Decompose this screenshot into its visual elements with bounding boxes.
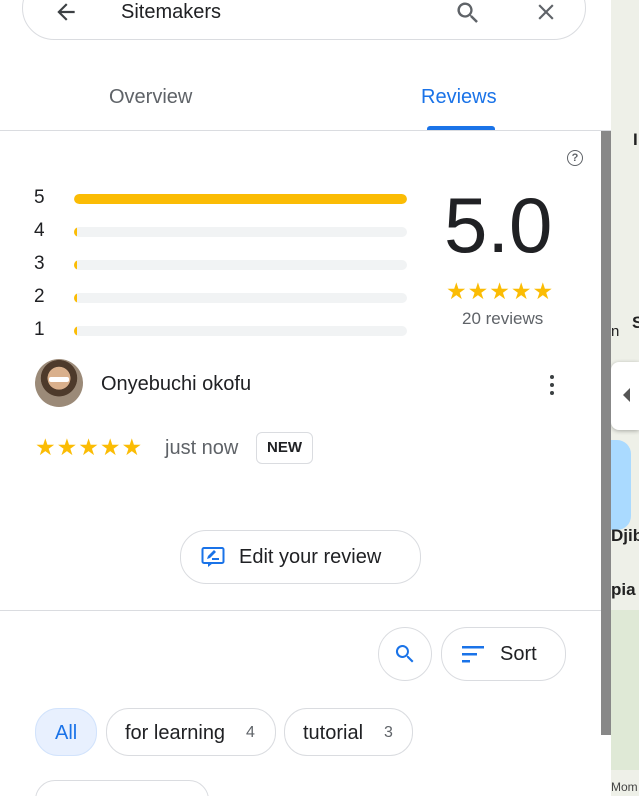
star-level-label: 5 <box>34 187 45 208</box>
tab-bar: Overview Reviews <box>0 62 611 131</box>
histogram-track <box>74 293 407 303</box>
average-rating: 5.0 <box>444 181 553 269</box>
map-label: I <box>633 130 638 149</box>
sort-label: Sort <box>500 643 537 665</box>
map-label: Djib <box>611 526 639 545</box>
review-count[interactable]: 20 reviews <box>462 309 543 329</box>
place-panel: Sitemakers Overview Reviews ? 54321 5.0 … <box>0 0 611 796</box>
chevron-left-icon <box>623 388 630 402</box>
divider <box>0 610 601 611</box>
tab-overview[interactable]: Overview <box>109 86 192 109</box>
map-area[interactable]: I S n Djib pia Mom <box>611 0 639 796</box>
star-level-label: 1 <box>34 319 45 340</box>
map-label: n <box>611 323 620 340</box>
histogram-track <box>74 260 407 270</box>
map-label: Mom <box>611 780 638 794</box>
collapse-panel-button[interactable] <box>611 362 639 430</box>
star-level-label: 2 <box>34 286 45 307</box>
edit-review-icon <box>201 547 225 567</box>
help-icon[interactable]: ? <box>567 150 583 166</box>
search-icon <box>395 645 414 663</box>
histogram-bar <box>74 194 407 204</box>
histogram-track <box>74 326 407 336</box>
histogram-bar <box>74 326 77 336</box>
avatar[interactable] <box>35 359 83 407</box>
search-icon[interactable] <box>454 0 482 27</box>
histogram-bar <box>74 293 77 303</box>
histogram-bar <box>74 227 77 237</box>
star-level-label: 4 <box>34 220 45 241</box>
search-query[interactable]: Sitemakers <box>121 1 221 24</box>
sort-icon <box>462 646 484 663</box>
close-icon[interactable] <box>533 0 559 25</box>
tab-reviews[interactable]: Reviews <box>421 86 497 109</box>
reviewer-name[interactable]: Onyebuchi okofu <box>101 373 251 396</box>
map-label: pia <box>611 580 636 599</box>
histogram-row: 3 <box>34 253 409 274</box>
review-time: just now <box>165 437 239 459</box>
histogram-bar <box>74 260 77 270</box>
sort-button[interactable]: Sort <box>441 627 566 681</box>
map-label: S <box>632 313 639 332</box>
chip-count: 4 <box>246 724 255 741</box>
active-tab-indicator <box>427 126 495 130</box>
new-badge: NEW <box>256 432 313 464</box>
average-stars: ★★★★★ <box>446 278 555 304</box>
more-options-icon[interactable] <box>548 375 556 397</box>
search-reviews-button[interactable] <box>378 627 432 681</box>
edit-review-label: Edit your review <box>239 546 382 568</box>
chip-count: 3 <box>384 724 393 741</box>
star-level-label: 3 <box>34 253 45 274</box>
histogram-track <box>74 227 407 237</box>
edit-review-button[interactable]: Edit your review <box>180 530 421 584</box>
back-arrow-icon[interactable] <box>53 0 79 25</box>
chip-label: for learning <box>125 722 226 744</box>
histogram-row: 4 <box>34 220 409 241</box>
filter-chip-all[interactable]: All <box>35 708 97 756</box>
search-box[interactable]: Sitemakers <box>22 0 586 40</box>
review-stars: ★★★★★ <box>35 434 144 460</box>
histogram-row: 1 <box>34 319 409 340</box>
chip-label: tutorial <box>303 722 364 744</box>
filter-chip-for-learning[interactable]: for learning 4 <box>106 708 276 756</box>
filter-chip-tutorial[interactable]: tutorial 3 <box>284 708 413 756</box>
histogram-row: 5 <box>34 187 409 208</box>
filter-chip-more[interactable] <box>35 780 209 796</box>
histogram-track <box>74 194 407 204</box>
histogram-row: 2 <box>34 286 409 307</box>
chip-label: All <box>55 722 78 744</box>
scrollbar[interactable] <box>601 131 611 735</box>
